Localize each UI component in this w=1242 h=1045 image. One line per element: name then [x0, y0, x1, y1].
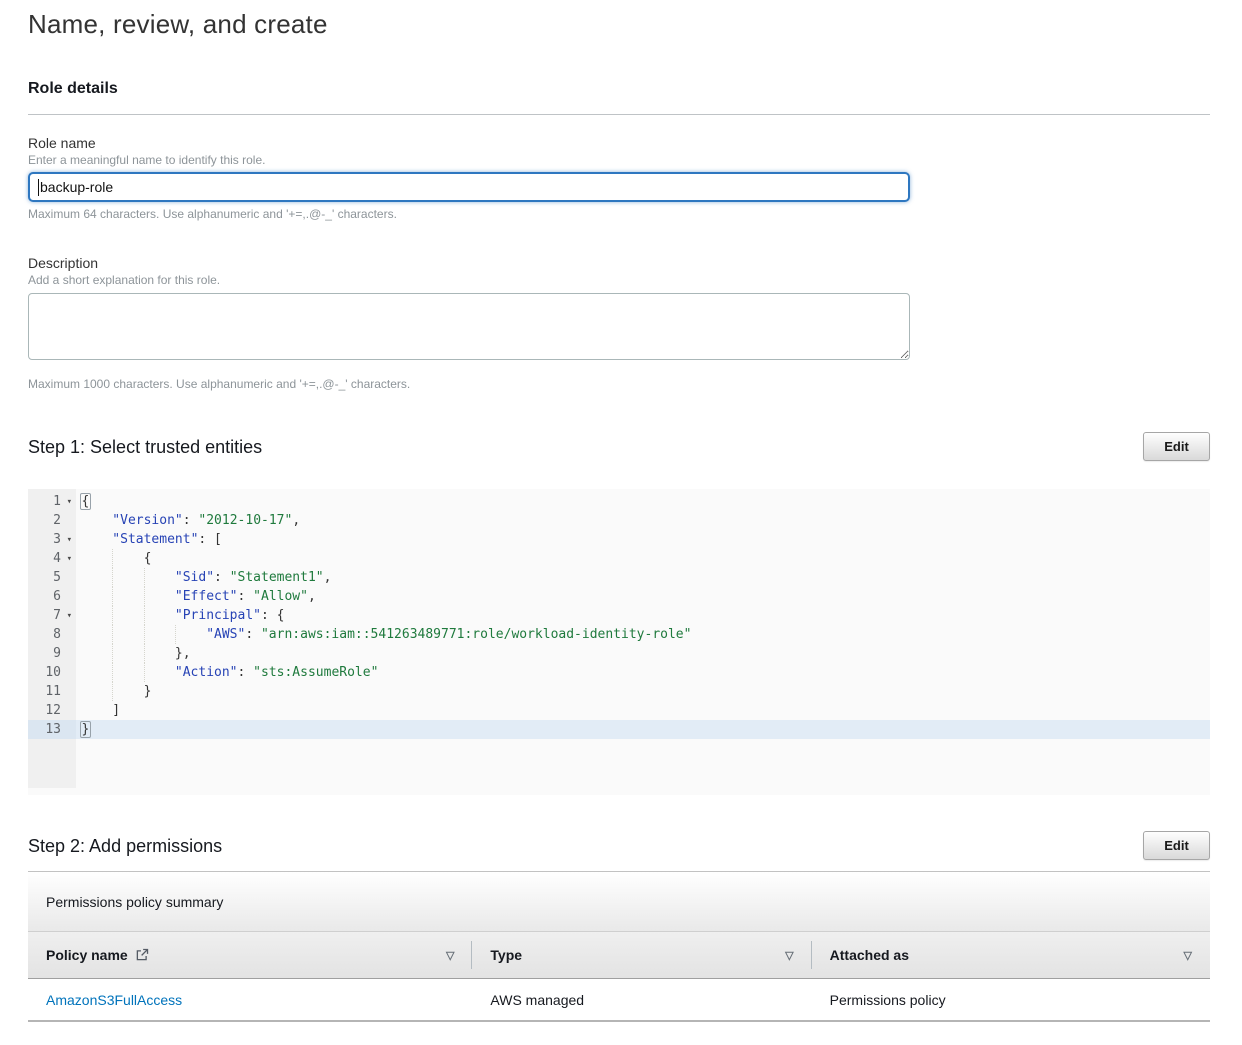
- line-number: 3▾: [28, 530, 76, 549]
- permissions-table-body: AmazonS3FullAccess AWS managedPermissions…: [28, 979, 1210, 1022]
- line-number: 5: [28, 568, 76, 587]
- policy-type-cell: AWS managed: [472, 979, 811, 1020]
- editor-line: 5"Sid": "Statement1",: [28, 568, 1210, 587]
- step2-edit-button[interactable]: Edit: [1143, 831, 1210, 860]
- page-title: Name, review, and create: [28, 8, 1210, 40]
- fold-toggle-icon[interactable]: ▾: [63, 531, 72, 550]
- sort-filter-icon[interactable]: ▽: [1184, 949, 1192, 962]
- line-number: 9: [28, 644, 76, 663]
- code-line-text: "Action": "sts:AssumeRole": [76, 663, 1210, 682]
- attached-as-cell: Permissions policy: [812, 979, 1210, 1020]
- column-header-policy-name: Policy name ▽: [28, 932, 472, 978]
- description-label: Description: [28, 254, 1210, 272]
- code-line-text: {: [76, 549, 1210, 568]
- fold-toggle-icon[interactable]: ▾: [63, 607, 72, 626]
- description-textarea[interactable]: [28, 293, 910, 360]
- editor-line: 13}: [28, 720, 1210, 739]
- line-number: 4▾: [28, 549, 76, 568]
- description-helper: Add a short explanation for this role.: [28, 272, 1210, 288]
- code-line-text: },: [76, 644, 1210, 663]
- editor-line: 3▾"Statement": [: [28, 530, 1210, 549]
- code-line-text: "Effect": "Allow",: [76, 587, 1210, 606]
- code-line-text: "Principal": {: [76, 606, 1210, 625]
- role-name-value: backup-role: [40, 179, 113, 195]
- table-row: AmazonS3FullAccess AWS managedPermissions…: [28, 979, 1210, 1022]
- code-line-text: ]: [76, 701, 1210, 720]
- line-number: 6: [28, 587, 76, 606]
- code-line-text: "Version": "2012-10-17",: [76, 511, 1210, 530]
- column-header-label: Policy name: [46, 947, 149, 963]
- line-number: 12: [28, 701, 76, 720]
- editor-line: 1▾{: [28, 492, 1210, 511]
- editor-line: 8"AWS": "arn:aws:iam::541263489771:role/…: [28, 625, 1210, 644]
- trust-policy-editor[interactable]: 1▾{2"Version": "2012-10-17",3▾"Statement…: [28, 489, 1210, 795]
- line-number: 13: [28, 720, 76, 739]
- permissions-table-header: Policy name ▽ Type ▽ Attached as ▽: [28, 932, 1210, 979]
- code-line-text: "Statement": [: [76, 530, 1210, 549]
- column-header-type: Type ▽: [472, 932, 811, 978]
- code-line-text: }: [76, 720, 1210, 739]
- code-line-text: "Sid": "Statement1",: [76, 568, 1210, 587]
- editor-line: 4▾{: [28, 549, 1210, 568]
- editor-line: 10"Action": "sts:AssumeRole": [28, 663, 1210, 682]
- step2-heading: Step 2: Add permissions: [28, 834, 222, 858]
- step1-edit-button[interactable]: Edit: [1143, 432, 1210, 461]
- external-link-icon: [135, 948, 149, 962]
- editor-line: 2"Version": "2012-10-17",: [28, 511, 1210, 530]
- line-number: 8: [28, 625, 76, 644]
- line-number: 7▾: [28, 606, 76, 625]
- editor-line: 6"Effect": "Allow",: [28, 587, 1210, 606]
- line-number: 10: [28, 663, 76, 682]
- code-line-text: }: [76, 682, 1210, 701]
- role-name-label: Role name: [28, 134, 1210, 152]
- editor-line: 11}: [28, 682, 1210, 701]
- text-caret: [38, 179, 39, 196]
- role-name-hint: Maximum 64 characters. Use alphanumeric …: [28, 206, 1210, 222]
- role-details-heading: Role details: [28, 79, 1210, 99]
- column-header-label: Attached as: [830, 947, 909, 963]
- editor-lines: 1▾{2"Version": "2012-10-17",3▾"Statement…: [28, 489, 1210, 739]
- line-number: 11: [28, 682, 76, 701]
- role-name-helper: Enter a meaningful name to identify this…: [28, 152, 1210, 168]
- editor-line: 12]: [28, 701, 1210, 720]
- code-line-text: {: [76, 492, 1210, 511]
- sort-filter-icon[interactable]: ▽: [446, 949, 454, 962]
- permissions-panel-title: Permissions policy summary: [28, 872, 1210, 932]
- column-header-label: Type: [490, 947, 522, 963]
- policy-name-link[interactable]: AmazonS3FullAccess: [46, 992, 182, 1008]
- page-content: Name, review, and create Role details Ro…: [0, 8, 1242, 1022]
- code-line-text: "AWS": "arn:aws:iam::541263489771:role/w…: [76, 625, 1210, 644]
- permissions-policy-panel: Permissions policy summary Policy name▽T…: [28, 871, 1210, 1022]
- description-hint: Maximum 1000 characters. Use alphanumeri…: [28, 376, 1210, 392]
- sort-filter-icon[interactable]: ▽: [785, 949, 793, 962]
- step1-heading: Step 1: Select trusted entities: [28, 435, 262, 459]
- line-number: 1▾: [28, 492, 76, 511]
- fold-toggle-icon[interactable]: ▾: [63, 493, 72, 512]
- role-name-input[interactable]: backup-role: [28, 172, 910, 202]
- section-divider: [28, 114, 1210, 115]
- column-header-attached-as: Attached as ▽: [812, 932, 1210, 978]
- policy-name-cell: AmazonS3FullAccess: [28, 979, 472, 1020]
- line-number: 2: [28, 511, 76, 530]
- fold-toggle-icon[interactable]: ▾: [63, 550, 72, 569]
- editor-line: 9},: [28, 644, 1210, 663]
- editor-line: 7▾"Principal": {: [28, 606, 1210, 625]
